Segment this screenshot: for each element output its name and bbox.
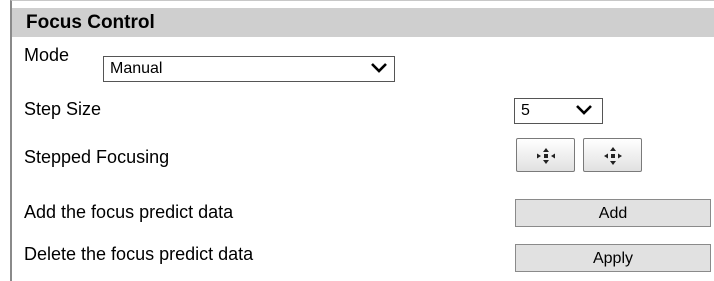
step-size-select[interactable]: 5 xyxy=(514,98,603,124)
focus-far-icon xyxy=(604,147,622,165)
panel-title: Focus Control xyxy=(26,12,155,33)
add-button[interactable]: Add xyxy=(515,199,711,227)
focus-near-button[interactable] xyxy=(516,138,575,172)
step-size-label: Step Size xyxy=(24,99,102,119)
delete-predict-label: Delete the focus predict data xyxy=(24,244,254,264)
apply-button[interactable]: Apply xyxy=(515,244,711,272)
focus-far-button[interactable] xyxy=(583,138,642,172)
mode-select-value: Manual xyxy=(110,60,163,77)
mode-label: Mode xyxy=(24,45,70,65)
stepped-focusing-label: Stepped Focusing xyxy=(24,147,170,167)
panel-header: Focus Control xyxy=(12,8,714,37)
chevron-down-icon xyxy=(576,105,592,115)
step-size-select-value: 5 xyxy=(521,102,530,119)
focus-near-icon xyxy=(537,148,555,164)
mode-select[interactable]: Manual xyxy=(103,56,395,82)
add-predict-label: Add the focus predict data xyxy=(24,202,234,222)
chevron-down-icon xyxy=(371,63,387,73)
